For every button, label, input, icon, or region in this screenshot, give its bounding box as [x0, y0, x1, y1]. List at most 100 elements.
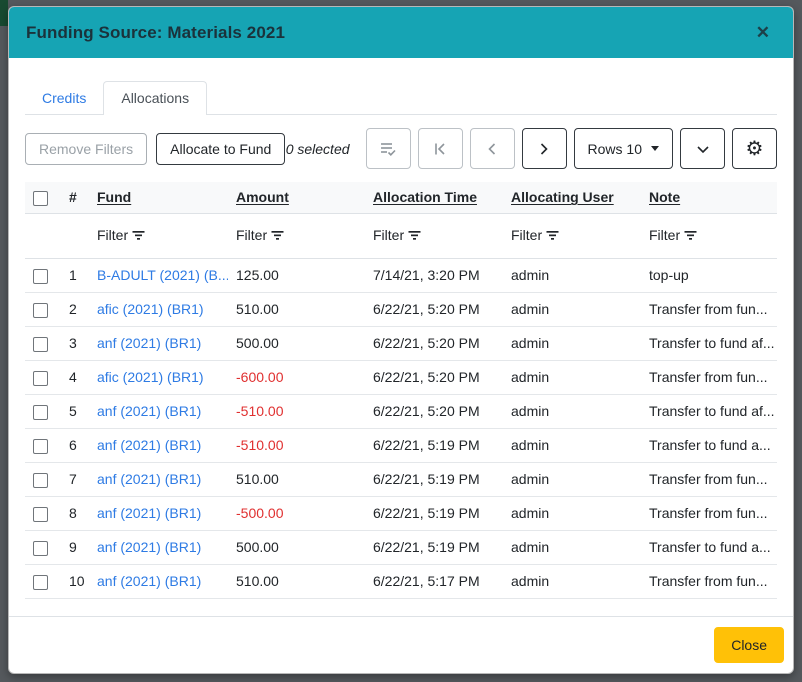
allocation-time-cell: 6/22/21, 5:19 PM	[365, 530, 503, 564]
note-cell: Transfer from fun...	[641, 564, 777, 598]
amount-cell: -510.00	[228, 428, 365, 462]
note-cell: Transfer to fund a...	[641, 428, 777, 462]
row-number: 9	[61, 530, 89, 564]
allocation-time-cell: 6/22/21, 5:17 PM	[365, 564, 503, 598]
fund-link[interactable]: anf (2021) (BR1)	[97, 335, 201, 351]
column-header-num: #	[61, 182, 89, 213]
rows-per-page-dropdown[interactable]: Rows 10	[574, 128, 673, 169]
row-checkbox[interactable]	[33, 541, 48, 556]
row-checkbox[interactable]	[33, 337, 48, 352]
fund-link[interactable]: afic (2021) (BR1)	[97, 369, 204, 385]
row-number: 2	[61, 292, 89, 326]
filter-icon	[271, 229, 284, 241]
amount-cell: -500.00	[228, 496, 365, 530]
row-checkbox[interactable]	[33, 575, 48, 590]
row-checkbox[interactable]	[33, 371, 48, 386]
note-cell: Transfer from fun...	[641, 360, 777, 394]
table-row: 7 anf (2021) (BR1) 510.00 6/22/21, 5:19 …	[25, 462, 777, 496]
modal-footer: Close	[9, 616, 793, 673]
row-checkbox[interactable]	[33, 269, 48, 284]
row-number: 7	[61, 462, 89, 496]
rows-per-page-label: Rows 10	[588, 141, 642, 157]
funding-source-modal: Funding Source: Materials 2021 ✕ Credits…	[8, 6, 794, 674]
amount-cell: 500.00	[228, 530, 365, 564]
tab-credits[interactable]: Credits	[25, 81, 103, 114]
allocate-to-fund-button[interactable]: Allocate to Fund	[156, 133, 285, 165]
allocating-user-cell: admin	[503, 530, 641, 564]
grid-toolbar: Remove Filters Allocate to Fund 0 select…	[25, 128, 777, 169]
row-number: 10	[61, 564, 89, 598]
note-cell: Transfer to fund af...	[641, 394, 777, 428]
fund-link[interactable]: B-ADULT (2021) (B...	[97, 267, 228, 283]
select-rows-button[interactable]	[366, 128, 411, 169]
fund-link[interactable]: anf (2021) (BR1)	[97, 403, 201, 419]
allocating-user-cell: admin	[503, 258, 641, 292]
row-checkbox[interactable]	[33, 405, 48, 420]
header-row: # Fund Amount Allocation Time Allocating…	[25, 182, 777, 213]
next-page-button[interactable]	[522, 128, 567, 169]
more-options-button[interactable]	[680, 128, 725, 169]
background-page-fragment	[0, 0, 8, 26]
fund-link[interactable]: anf (2021) (BR1)	[97, 539, 201, 555]
allocating-user-cell: admin	[503, 564, 641, 598]
chevron-right-icon	[536, 141, 552, 157]
modal-title: Funding Source: Materials 2021	[26, 23, 285, 43]
allocating-user-cell: admin	[503, 462, 641, 496]
tab-allocations[interactable]: Allocations	[103, 81, 207, 115]
filter-note[interactable]: Filter	[649, 227, 697, 243]
fund-link[interactable]: anf (2021) (BR1)	[97, 437, 201, 453]
grid-settings-button[interactable]: ⚙	[732, 128, 777, 169]
filter-fund[interactable]: Filter	[97, 227, 145, 243]
row-checkbox[interactable]	[33, 507, 48, 522]
row-checkbox[interactable]	[33, 473, 48, 488]
column-header-allocation-time[interactable]: Allocation Time	[373, 189, 477, 205]
allocation-time-cell: 6/22/21, 5:20 PM	[365, 360, 503, 394]
amount-cell: 510.00	[228, 462, 365, 496]
note-cell: top-up	[641, 258, 777, 292]
row-number: 5	[61, 394, 89, 428]
allocating-user-cell: admin	[503, 326, 641, 360]
note-cell: Transfer from fun...	[641, 496, 777, 530]
row-checkbox[interactable]	[33, 439, 48, 454]
column-header-amount[interactable]: Amount	[236, 189, 289, 205]
column-header-allocating-user[interactable]: Allocating User	[511, 189, 614, 205]
allocating-user-cell: admin	[503, 292, 641, 326]
filter-allocating-user[interactable]: Filter	[511, 227, 559, 243]
modal-body: Credits Allocations Remove Filters Alloc…	[9, 58, 793, 616]
column-header-fund[interactable]: Fund	[97, 189, 131, 205]
caret-down-icon	[651, 146, 659, 151]
fund-link[interactable]: afic (2021) (BR1)	[97, 301, 204, 317]
fund-link[interactable]: anf (2021) (BR1)	[97, 573, 201, 589]
pagination-controls: 0 selected	[286, 128, 777, 169]
row-number: 3	[61, 326, 89, 360]
row-number: 8	[61, 496, 89, 530]
chevron-left-icon	[484, 141, 500, 157]
close-button[interactable]: Close	[714, 627, 784, 663]
close-icon[interactable]: ✕	[750, 20, 776, 45]
row-checkbox[interactable]	[33, 303, 48, 318]
allocating-user-cell: admin	[503, 394, 641, 428]
gear-icon: ⚙	[746, 139, 764, 159]
row-number: 4	[61, 360, 89, 394]
chevron-down-icon	[695, 141, 711, 157]
allocations-table: # Fund Amount Allocation Time Allocating…	[25, 182, 777, 599]
note-cell: Transfer to fund af...	[641, 326, 777, 360]
remove-filters-button[interactable]: Remove Filters	[25, 133, 147, 165]
allocating-user-cell: admin	[503, 496, 641, 530]
prev-page-button[interactable]	[470, 128, 515, 169]
column-header-note[interactable]: Note	[649, 189, 680, 205]
allocation-time-cell: 6/22/21, 5:20 PM	[365, 292, 503, 326]
selected-count: 0 selected	[286, 141, 350, 157]
amount-cell: 510.00	[228, 564, 365, 598]
fund-link[interactable]: anf (2021) (BR1)	[97, 471, 201, 487]
filter-amount[interactable]: Filter	[236, 227, 284, 243]
table-row: 4 afic (2021) (BR1) -600.00 6/22/21, 5:2…	[25, 360, 777, 394]
fund-link[interactable]: anf (2021) (BR1)	[97, 505, 201, 521]
select-all-checkbox[interactable]	[33, 191, 48, 206]
table-row: 6 anf (2021) (BR1) -510.00 6/22/21, 5:19…	[25, 428, 777, 462]
table-row: 2 afic (2021) (BR1) 510.00 6/22/21, 5:20…	[25, 292, 777, 326]
amount-cell: 500.00	[228, 326, 365, 360]
filter-icon	[546, 229, 559, 241]
filter-allocation-time[interactable]: Filter	[373, 227, 421, 243]
first-page-button[interactable]	[418, 128, 463, 169]
